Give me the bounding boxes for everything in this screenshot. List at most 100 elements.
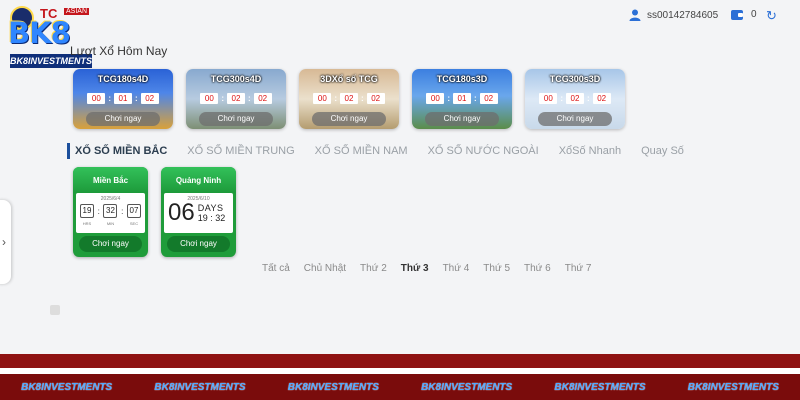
time-minutes: 32 — [215, 213, 226, 223]
separator: : — [334, 94, 337, 103]
min-label: MIN — [106, 221, 115, 226]
logo-bk8-text: BK8 — [8, 16, 71, 50]
sec-label: SEC — [129, 221, 139, 226]
clock-seconds: 07 — [126, 204, 141, 218]
day-saturday[interactable]: Thứ 7 — [565, 263, 592, 274]
balance-value: 0 — [751, 9, 757, 20]
separator: : — [361, 94, 364, 103]
time-hours: 19 — [197, 213, 208, 223]
game-card[interactable]: 3DXổ số TCG 00: 02: 02 Chơi ngay — [299, 69, 399, 129]
refresh-icon[interactable]: ↻ — [766, 9, 777, 22]
region-cards: Miền Bắc 2025/6/4 19: 32: 07 HRS MIN SEC… — [73, 167, 236, 257]
user-account[interactable]: ss00142784605 — [629, 9, 718, 21]
play-now-button[interactable]: Chơi ngay — [86, 112, 160, 126]
countdown-hours: 00 — [313, 93, 332, 104]
region-title: Quảng Ninh — [161, 167, 236, 193]
countdown-seconds: 02 — [479, 93, 498, 104]
day-monday[interactable]: Thứ 2 — [360, 263, 387, 274]
day-tuesday[interactable]: Thứ 3 — [401, 263, 429, 274]
game-card[interactable]: TCG300s4D 00: 02: 02 Chơi ngay — [186, 69, 286, 129]
countdown-minutes: 01 — [453, 93, 471, 104]
game-cards: TCG180s4D 00: 01: 02 Chơi ngay TCG300s4D… — [73, 69, 625, 129]
region-card-quang-ninh[interactable]: Quảng Ninh 2025/6/10 06 DAYS 19 : 32 Chơ… — [161, 167, 236, 257]
region-card-mien-bac[interactable]: Miền Bắc 2025/6/4 19: 32: 07 HRS MIN SEC… — [73, 167, 148, 257]
tab-nuoc-ngoai[interactable]: XỔ SỐ NƯỚC NGOÀI — [428, 145, 539, 157]
footer-banner: BK8INVESTMENTS BK8INVESTMENTS BK8INVESTM… — [0, 354, 800, 400]
countdown-seconds: 02 — [140, 93, 159, 104]
day-thursday[interactable]: Thứ 5 — [483, 263, 510, 274]
separator: : — [108, 94, 111, 103]
separator: : — [248, 94, 251, 103]
user-id: ss00142784605 — [647, 9, 719, 21]
days-time: 19 : 32 — [197, 213, 226, 223]
days-number: 06 — [168, 199, 195, 226]
game-name: TCG180s3D — [436, 74, 488, 84]
tab-mien-trung[interactable]: XỔ SỐ MIỀN TRUNG — [187, 145, 294, 157]
game-name: TCG180s4D — [97, 74, 149, 84]
countdown: 00: 02: 02 — [299, 93, 399, 104]
day-wednesday[interactable]: Thứ 4 — [443, 263, 470, 274]
game-card[interactable]: TCG180s4D 00: 01: 02 Chơi ngay — [73, 69, 173, 129]
game-name: 3DXổ số TCG — [320, 74, 378, 84]
countdown-panel: 2025/6/10 06 DAYS 19 : 32 — [164, 193, 233, 233]
region-title: Miền Bắc — [73, 167, 148, 193]
separator: : — [221, 94, 224, 103]
brand-logo[interactable]: TC ASIAN BK8 BK8INVESTMENTS — [4, 2, 92, 70]
hrs-label: HRS — [82, 221, 92, 226]
clock-minutes: 32 — [103, 204, 118, 218]
countdown-seconds: 02 — [253, 93, 272, 104]
footer-divider — [0, 368, 800, 374]
countdown-clock: 19: 32: 07 — [80, 204, 141, 218]
countdown: 00: 01: 02 — [73, 93, 173, 104]
game-card[interactable]: TCG300s3D 00: 02: 02 Chơi ngay — [525, 69, 625, 129]
chevron-right-icon[interactable]: › — [0, 200, 11, 284]
tab-quay-so[interactable]: Quay Số — [641, 145, 684, 157]
tab-xoso-nhanh[interactable]: XổSố Nhanh — [559, 145, 621, 157]
page: TC ASIAN BK8 BK8INVESTMENTS ss0014278460… — [0, 0, 800, 400]
clock-labels: HRS MIN SEC — [80, 221, 141, 226]
countdown-seconds: 02 — [592, 93, 611, 104]
scroll-toggle[interactable] — [50, 305, 60, 315]
play-now-button[interactable]: Chơi ngay — [167, 236, 230, 252]
days-countdown: 06 DAYS 19 : 32 — [168, 201, 230, 225]
wallet-icon — [731, 10, 743, 20]
separator: : — [121, 206, 124, 216]
separator: : — [447, 94, 450, 103]
section-title: Lượt Xổ Hôm Nay — [70, 44, 168, 58]
footer-logos: BK8INVESTMENTS BK8INVESTMENTS BK8INVESTM… — [0, 382, 800, 393]
countdown: 00: 01: 02 — [412, 93, 512, 104]
weekday-filter: Tất cả Chủ Nhật Thứ 2 Thứ 3 Thứ 4 Thứ 5 … — [262, 263, 591, 274]
game-name: TCG300s3D — [549, 74, 601, 84]
play-now-button[interactable]: Chơi ngay — [312, 112, 386, 126]
draw-date: 2025/6/4 — [100, 196, 121, 202]
footer-logo: BK8INVESTMENTS — [554, 382, 646, 393]
game-card[interactable]: TCG180s3D 00: 01: 02 Chơi ngay — [412, 69, 512, 129]
day-all[interactable]: Tất cả — [262, 263, 290, 274]
day-friday[interactable]: Thứ 6 — [524, 263, 551, 274]
user-icon — [629, 9, 641, 21]
play-now-button[interactable]: Chơi ngay — [538, 112, 612, 126]
footer-logo: BK8INVESTMENTS — [287, 382, 379, 393]
countdown-panel: 2025/6/4 19: 32: 07 HRS MIN SEC — [76, 193, 145, 233]
countdown-minutes: 01 — [114, 93, 132, 104]
footer-logo: BK8INVESTMENTS — [687, 382, 779, 393]
countdown-hours: 00 — [87, 93, 106, 104]
play-now-button[interactable]: Chơi ngay — [425, 112, 499, 126]
footer-logo: BK8INVESTMENTS — [421, 382, 513, 393]
separator: : — [97, 206, 100, 216]
play-now-button[interactable]: Chơi ngay — [79, 236, 142, 252]
wallet[interactable]: 0 — [731, 9, 757, 20]
countdown-minutes: 02 — [340, 93, 358, 104]
days-label: DAYS — [197, 203, 224, 213]
play-now-button[interactable]: Chơi ngay — [199, 112, 273, 126]
countdown: 00: 02: 02 — [186, 93, 286, 104]
countdown-seconds: 02 — [366, 93, 385, 104]
footer-logo: BK8INVESTMENTS — [154, 382, 246, 393]
day-sunday[interactable]: Chủ Nhật — [304, 263, 346, 274]
tab-mien-nam[interactable]: XỔ SỐ MIỀN NAM — [315, 145, 408, 157]
active-tab-indicator — [67, 143, 70, 159]
separator: : — [135, 94, 138, 103]
footer-stripe — [0, 354, 800, 368]
tab-mien-bac[interactable]: XỔ SỐ MIỀN BẮC — [75, 145, 167, 157]
separator: : — [474, 94, 477, 103]
